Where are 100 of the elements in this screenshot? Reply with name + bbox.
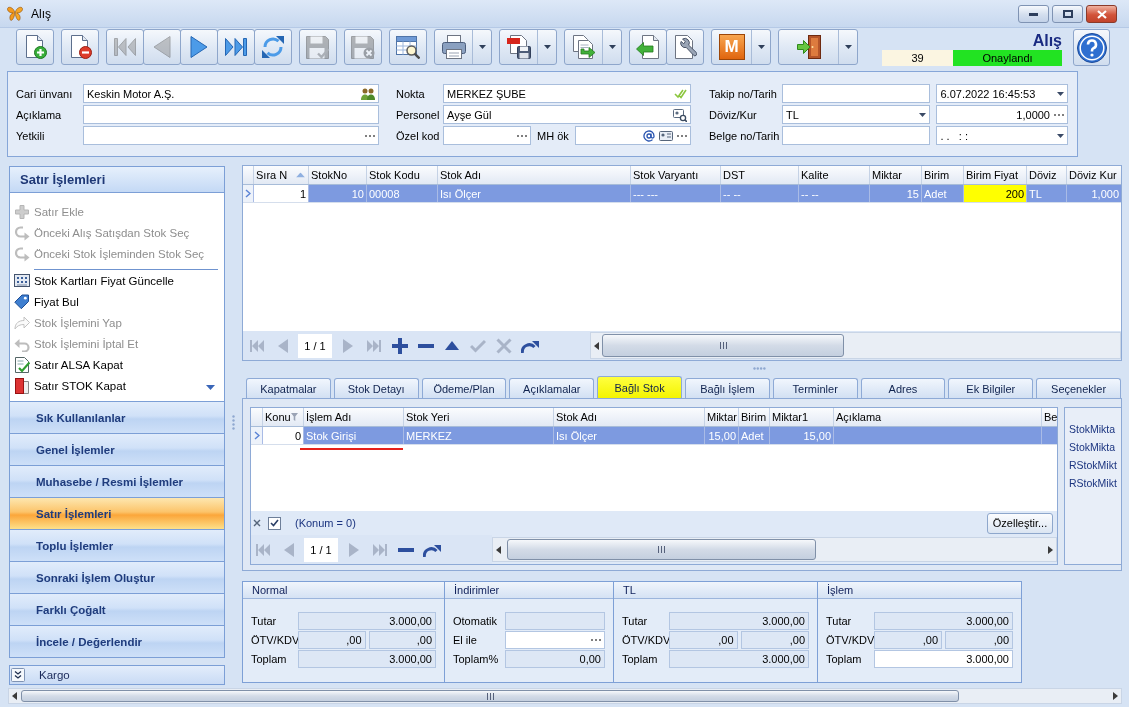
scroll-right-icon[interactable]	[1113, 692, 1118, 700]
column-header[interactable]: İşlem Adı	[303, 408, 403, 426]
action-item[interactable]: Fiyat Bul	[14, 291, 79, 312]
tab[interactable]: Ek Bilgiler	[948, 378, 1034, 398]
action-item[interactable]: Satır STOK Kapat	[14, 375, 126, 396]
close-icon[interactable]	[253, 519, 261, 527]
scroll-down-icon[interactable]	[206, 385, 215, 390]
exit-button[interactable]	[778, 29, 858, 65]
tab[interactable]: Terminler	[772, 378, 858, 398]
customize-button[interactable]: Özelleştir...	[987, 512, 1053, 534]
column-header[interactable]: Birim Fiyat	[963, 166, 1026, 184]
column-header[interactable]: Konu	[262, 408, 303, 426]
ellipsis-icon[interactable]	[677, 134, 687, 137]
input-field[interactable]: Keskin Motor A.Ş.	[83, 84, 379, 103]
scroll-left-icon[interactable]	[496, 545, 501, 554]
input-field[interactable]	[574, 126, 691, 145]
tab[interactable]: Kapatmalar	[246, 378, 331, 398]
pdf-button[interactable]	[499, 29, 557, 65]
nav-group-button[interactable]: Sık Kullanılanlar	[9, 401, 225, 434]
action-item[interactable]: Stok Kartları Fiyat Güncelle	[14, 270, 174, 291]
input-field[interactable]: MERKEZ ŞUBE	[443, 84, 691, 103]
maximize-button[interactable]	[1052, 5, 1083, 23]
nav-group-button[interactable]: Toplu İşlemler	[9, 530, 225, 562]
horizontal-scrollbar[interactable]	[492, 537, 1057, 562]
amount-field[interactable]: 3.000,00	[874, 650, 1013, 668]
tab[interactable]: Bağlı Stok	[597, 376, 682, 398]
tab[interactable]: Açıklamalar	[509, 378, 595, 398]
checkbox[interactable]	[268, 516, 281, 530]
column-header[interactable]: Döviz	[1026, 166, 1066, 184]
table-row[interactable]: 1 10 00008 Isı Ölçer --- --- -- -- -- -- 15 Adet 200 TL 1,000	[243, 185, 1121, 203]
nav-group-button[interactable]: Genel İşlemler	[9, 434, 225, 466]
dropdown-field[interactable]: . . : :	[936, 126, 1068, 145]
column-header[interactable]: Miktar	[704, 408, 738, 426]
people-icon[interactable]	[361, 87, 375, 100]
dropdown-field[interactable]: TL	[782, 105, 931, 124]
refresh-button[interactable]	[254, 29, 292, 65]
tab[interactable]: Ödeme/Plan	[421, 378, 507, 398]
nav-group-button[interactable]: Satır İşlemleri	[9, 498, 225, 530]
tab[interactable]: Stok Detayı	[333, 378, 419, 398]
minimize-button[interactable]	[1018, 5, 1049, 23]
import-button[interactable]	[629, 29, 667, 65]
input-field[interactable]	[782, 84, 931, 103]
column-header[interactable]: Stok Yeri	[403, 408, 553, 426]
table-search-button[interactable]	[389, 29, 427, 65]
action-item[interactable]: Satır ALSA Kapat	[14, 354, 123, 375]
ellipsis-icon[interactable]	[365, 134, 375, 137]
input-field[interactable]: Ayşe Gül	[443, 105, 691, 124]
ellipsis-icon[interactable]	[517, 134, 527, 137]
column-header[interactable]: Stok Kodu	[366, 166, 437, 184]
settings-button[interactable]	[666, 29, 704, 65]
nav-group-button[interactable]: Muhasebe / Resmi İşlemler	[9, 466, 225, 498]
group-bar[interactable]: Kargo	[9, 665, 225, 685]
scroll-left-icon[interactable]	[12, 692, 17, 700]
column-header[interactable]: Birim	[921, 166, 963, 184]
column-header[interactable]: Miktar1	[769, 408, 833, 426]
export-button[interactable]	[564, 29, 622, 65]
column-header[interactable]: Döviz Kur	[1066, 166, 1121, 184]
scrollbar-thumb[interactable]	[507, 539, 816, 560]
horizontal-scrollbar[interactable]	[590, 332, 1121, 359]
at-icon[interactable]	[643, 129, 655, 142]
column-header[interactable]: Miktar	[869, 166, 921, 184]
next-button[interactable]	[180, 29, 218, 65]
column-header[interactable]: Açıklama	[833, 408, 1041, 426]
input-field[interactable]	[782, 126, 931, 145]
caret-down-icon[interactable]	[1057, 133, 1064, 138]
nav-group-button[interactable]: İncele / Değerlendir	[9, 626, 225, 658]
last-button[interactable]	[217, 29, 255, 65]
amount-field[interactable]	[505, 631, 605, 649]
help-button[interactable]	[1073, 29, 1110, 66]
input-field[interactable]: 1,0000	[936, 105, 1068, 124]
horizontal-scrollbar[interactable]	[8, 688, 1122, 704]
id-card-icon[interactable]	[659, 130, 673, 141]
input-field[interactable]	[83, 126, 379, 145]
scrollbar-thumb[interactable]	[602, 334, 844, 357]
dropdown-field[interactable]: 6.07.2022 16:45:53	[936, 84, 1068, 103]
tab[interactable]: Seçenekler	[1036, 378, 1121, 398]
column-header[interactable]: Sıra N	[253, 166, 308, 184]
tab[interactable]: Bağlı İşlem	[685, 378, 770, 398]
column-header[interactable]: Stok Adı	[437, 166, 630, 184]
nav-group-button[interactable]: Sonraki İşlem Oluştur	[9, 562, 225, 594]
column-header[interactable]: Kalite	[798, 166, 869, 184]
column-header[interactable]: StokNo	[308, 166, 366, 184]
delete-button[interactable]	[61, 29, 99, 65]
input-field[interactable]	[83, 105, 379, 124]
nav-group-button[interactable]: Farklı Çoğalt	[9, 594, 225, 626]
ellipsis-icon[interactable]	[1054, 113, 1064, 116]
column-header[interactable]: Stok Varyantı	[630, 166, 720, 184]
column-header[interactable]: Stok Adı	[553, 408, 704, 426]
column-header[interactable]: Be	[1041, 408, 1057, 426]
card-search-icon[interactable]	[673, 107, 687, 122]
caret-down-icon[interactable]	[919, 112, 927, 117]
column-header[interactable]: DST	[720, 166, 798, 184]
input-field[interactable]	[443, 126, 531, 145]
new-button[interactable]	[16, 29, 54, 65]
add-record-button[interactable]	[389, 335, 410, 356]
scroll-left-icon[interactable]	[594, 341, 599, 350]
close-button[interactable]	[1086, 5, 1117, 23]
column-header[interactable]: Birim	[738, 408, 769, 426]
print-button[interactable]	[434, 29, 492, 65]
scroll-right-icon[interactable]	[1048, 545, 1053, 554]
